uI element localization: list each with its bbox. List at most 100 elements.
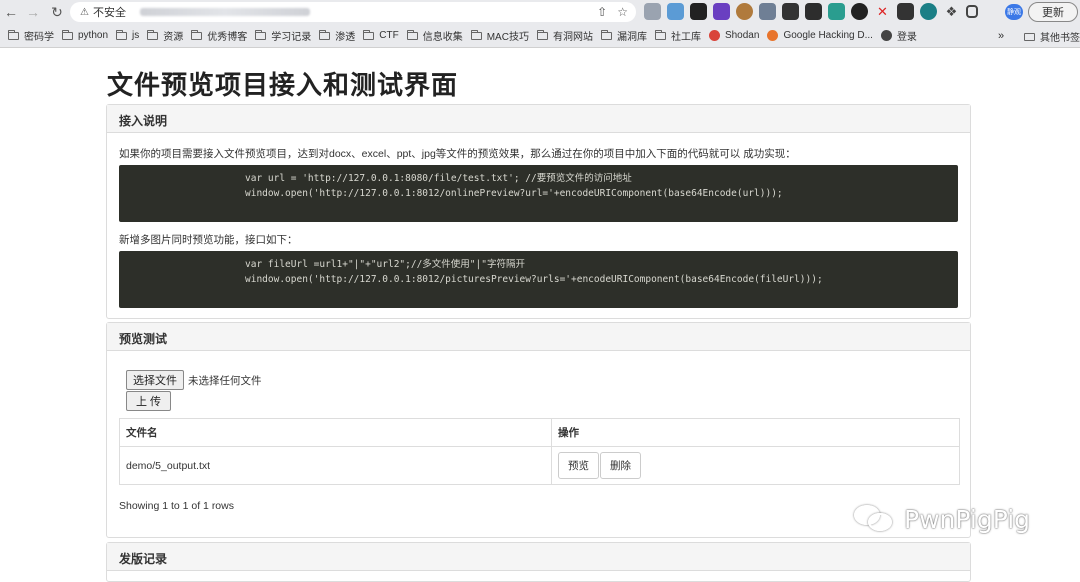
bookmark-label: 学习记录 (271, 32, 312, 43)
extension-icon[interactable] (759, 3, 776, 20)
bookmark-item[interactable]: 渗透 (319, 28, 355, 43)
bookmark-label: 有洞网站 (552, 32, 593, 43)
reload-icon[interactable]: ↻ (46, 1, 68, 23)
extension-icon[interactable] (805, 3, 822, 20)
bookmark-label: python (78, 30, 109, 41)
bookmark-label: 渗透 (335, 32, 356, 43)
folder-icon (363, 29, 375, 40)
security-label: 不安全 (92, 7, 126, 19)
browser-toolbar: ← → ↻ ⚠ 不安全 ⇧ ☆ ✕ ❖ 静观 更新 (0, 0, 1080, 24)
code-line: window.open('http://127.0.0.1:8012/onlin… (245, 188, 783, 199)
bookmarks-overflow-button[interactable]: » (998, 30, 1004, 42)
extension-icon[interactable] (920, 3, 937, 20)
watermark: PwnPigPig (852, 503, 1030, 535)
page-content: 文件预览项目接入和测试界面 接入说明 如果你的项目需要接入文件预览项目，达到对d… (0, 49, 1080, 582)
bookmark-item[interactable]: 登录 (880, 28, 917, 43)
pagination-info: Showing 1 to 1 of 1 rows (119, 500, 234, 512)
bookmark-item[interactable]: 学习记录 (255, 28, 311, 43)
bookmark-label: MAC技巧 (486, 32, 529, 43)
table-row: demo/5_output.txt 预览 删除 (119, 446, 960, 485)
bookmark-item[interactable]: 社工库 (654, 28, 701, 43)
filename-cell: demo/5_output.txt (119, 446, 552, 485)
folder-icon (600, 29, 612, 40)
bookmark-item[interactable]: 资源 (147, 28, 183, 43)
bookmark-item[interactable]: 信息收集 (406, 28, 463, 43)
bookmark-label: 资源 (163, 32, 184, 43)
folder-icon (1024, 32, 1035, 41)
x-icon[interactable]: ✕ (874, 3, 891, 20)
blurred-url (139, 8, 310, 16)
extension-icon[interactable] (644, 3, 661, 20)
bookmark-item[interactable]: CTF (363, 29, 399, 41)
profile-avatar[interactable]: 静观 (1005, 4, 1023, 20)
code-line: var url = 'http://127.0.0.1:8080/file/te… (245, 173, 632, 184)
extension-icon[interactable] (690, 3, 707, 20)
bookmark-label: Shodan (724, 30, 760, 41)
update-button[interactable]: 更新 (1028, 2, 1078, 22)
share-icon[interactable]: ⇧ (597, 5, 607, 19)
wechat-icon (852, 503, 896, 535)
bookmark-item[interactable]: 漏洞库 (600, 28, 647, 43)
bookmark-item[interactable]: python (62, 29, 109, 41)
test-panel: 预览测试 选择文件 未选择任何文件 上 传 文件名 操作 demo/5_outp (106, 322, 971, 538)
bookmark-item[interactable]: 优秀博客 (191, 28, 247, 43)
bookmark-label: 登录 (896, 32, 917, 43)
site-favicon-icon (880, 30, 892, 41)
code-block-online-preview: var url = 'http://127.0.0.1:8080/file/te… (119, 165, 958, 222)
bookmark-label: 社工库 (670, 32, 701, 43)
extension-icon[interactable] (828, 3, 845, 20)
extension-icon[interactable] (713, 3, 730, 20)
puzzle-icon[interactable]: ❖ (943, 3, 960, 20)
release-panel-heading[interactable]: 发版记录 (107, 543, 970, 571)
upload-button[interactable]: 上 传 (126, 391, 172, 411)
bookmark-item[interactable]: js (116, 29, 139, 41)
extension-icon[interactable] (667, 3, 684, 20)
bookmark-label: 优秀博客 (207, 32, 248, 43)
folder-icon (470, 29, 482, 40)
page-title: 文件预览项目接入和测试界面 (107, 70, 459, 100)
bookmark-item[interactable]: Shodan (708, 30, 760, 41)
code-block-pictures-preview: var fileUrl =url1+"|"+"url2";//多文件使用"|"字… (119, 251, 958, 308)
cookie-icon[interactable] (736, 3, 753, 20)
sidebar-icon[interactable] (966, 5, 978, 18)
intro-panel: 接入说明 如果你的项目需要接入文件预览项目，达到对docx、excel、ppt、… (106, 104, 971, 319)
bookmark-item[interactable]: Google Hacking D... (767, 30, 873, 41)
extension-icon[interactable] (897, 3, 914, 20)
other-bookmarks-folder[interactable]: 其他书签 (1024, 29, 1080, 44)
extensions-bar: ✕ ❖ (644, 3, 978, 20)
folder-icon (147, 29, 159, 40)
delete-button[interactable]: 删除 (600, 452, 641, 479)
code-line: var fileUrl =url1+"|"+"url2";//多文件使用"|"字… (245, 259, 525, 270)
test-panel-heading: 预览测试 (107, 323, 970, 351)
intro-panel-heading: 接入说明 (107, 105, 970, 133)
bookmark-label: Google Hacking D... (783, 30, 873, 41)
bookmark-label: CTF (379, 30, 399, 41)
bookmark-item[interactable]: 有洞网站 (536, 28, 593, 43)
folder-icon (654, 29, 666, 40)
other-bookmarks-label: 其他书签 (1040, 33, 1080, 44)
bookmark-item[interactable]: 密码学 (8, 28, 54, 43)
bookmark-item[interactable]: MAC技巧 (470, 28, 529, 43)
actions-cell: 预览 删除 (551, 446, 960, 485)
folder-icon (62, 29, 73, 40)
folder-icon (191, 29, 203, 40)
folder-icon (319, 29, 331, 40)
choose-file-button[interactable]: 选择文件 (126, 370, 184, 390)
back-arrow-icon[interactable]: ← (0, 1, 22, 23)
warning-icon: ⚠ (80, 6, 89, 18)
forward-arrow-icon[interactable]: → (22, 1, 44, 23)
column-header-filename[interactable]: 文件名 (119, 418, 552, 447)
bookmark-star-icon[interactable]: ☆ (617, 5, 628, 19)
file-status-text: 未选择任何文件 (188, 374, 262, 387)
extension-icon[interactable] (851, 3, 868, 20)
column-header-actions: 操作 (551, 418, 960, 447)
bookmark-label: 密码学 (24, 32, 54, 43)
bookmark-label: 漏洞库 (616, 32, 647, 43)
site-favicon-icon (708, 30, 720, 41)
folder-icon (255, 29, 267, 40)
extension-icon[interactable] (782, 3, 799, 20)
intro-text: 如果你的项目需要接入文件预览项目，达到对docx、excel、ppt、jpg等文… (119, 148, 796, 160)
preview-button[interactable]: 预览 (558, 452, 599, 479)
address-bar[interactable]: ⚠ 不安全 ⇧ ☆ (70, 2, 636, 22)
files-table: 文件名 操作 demo/5_output.txt 预览 删除 (119, 418, 960, 485)
